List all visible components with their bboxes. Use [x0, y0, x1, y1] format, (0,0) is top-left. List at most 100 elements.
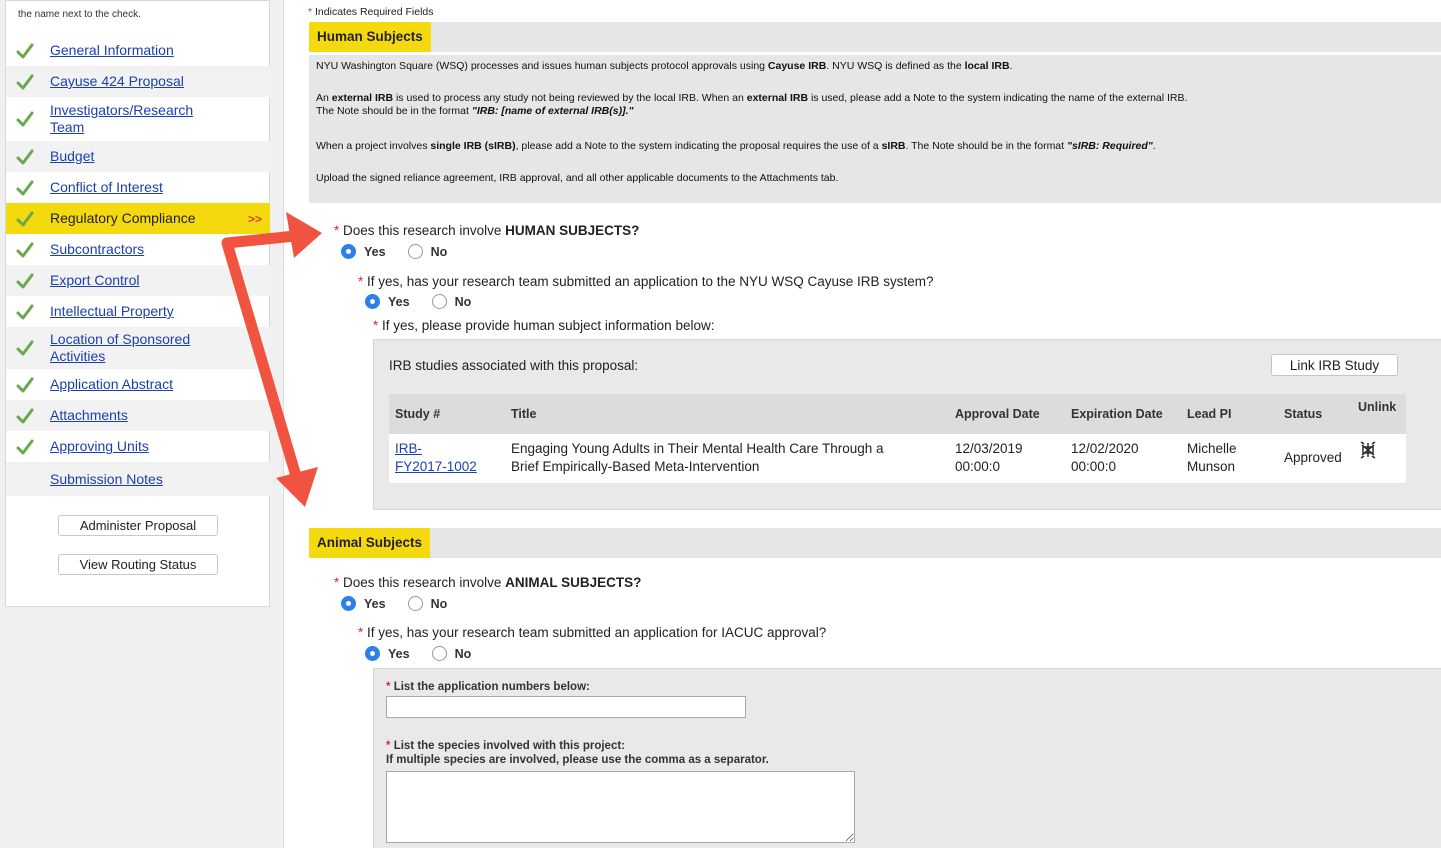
unlink-icon[interactable]: [1358, 440, 1378, 460]
column-header-study: Study #: [395, 407, 441, 421]
column-header-expiration-date: Expiration Date: [1071, 407, 1163, 421]
column-header-title: Title: [511, 407, 537, 421]
nav-item-label[interactable]: Location of Sponsored Activities: [50, 331, 215, 365]
radio-label[interactable]: Yes: [364, 245, 386, 259]
info-paragraph: NYU Washington Square (WSQ) processes an…: [316, 60, 1012, 73]
info-bold: single IRB (sIRB): [430, 140, 516, 152]
animal-subjects-yes-radio[interactable]: [341, 596, 356, 611]
iacuc-submitted-yes-radio[interactable]: [365, 646, 380, 661]
iacuc-submitted-no-radio[interactable]: [431, 646, 447, 661]
required-marker: *: [334, 223, 340, 238]
check-icon: [16, 111, 34, 127]
radio-label[interactable]: No: [455, 295, 472, 309]
nav-item-budget[interactable]: Budget: [6, 141, 270, 172]
view-routing-status-button[interactable]: View Routing Status: [58, 554, 218, 575]
nav-item-label[interactable]: Export Control: [50, 272, 250, 289]
nav-item-approving-units[interactable]: Approving Units: [6, 431, 270, 462]
radio-label[interactable]: No: [431, 597, 448, 611]
table-header: Study # Title Approval Date Expiration D…: [389, 394, 1406, 434]
link-irb-study-button[interactable]: Link IRB Study: [1271, 354, 1398, 376]
nav-item-label[interactable]: Conflict of Interest: [50, 179, 250, 196]
nav-item-label[interactable]: Approving Units: [50, 438, 250, 455]
current-page-marker: >>: [247, 211, 262, 226]
nav-item-label[interactable]: Intellectual Property: [50, 303, 250, 320]
info-bold: local IRB: [964, 60, 1010, 72]
check-icon: [16, 377, 34, 392]
radio-label[interactable]: Yes: [388, 647, 410, 661]
irb-submitted-no-radio[interactable]: [431, 294, 447, 309]
check-icon: [16, 304, 34, 319]
info-paragraph: An external IRB is used to process any s…: [316, 92, 1187, 118]
nav-item-regulatory-compliance[interactable]: Regulatory Compliance >>: [6, 203, 270, 234]
nav-item-label[interactable]: Cayuse 424 Proposal: [50, 73, 250, 90]
question-text: If yes, has your research team submitted…: [367, 274, 934, 289]
application-numbers-input[interactable]: [386, 696, 746, 718]
approval-date: 12/03/2019: [955, 441, 1023, 456]
question-emphasis: ANIMAL SUBJECTS?: [505, 575, 642, 590]
question-human-subjects: * Does this research involve HUMAN SUBJE…: [334, 223, 639, 238]
study-title-cell: Engaging Young Adults in Their Mental He…: [511, 440, 884, 476]
administer-proposal-button[interactable]: Administer Proposal: [58, 515, 218, 536]
animal-subjects-header: Animal Subjects: [309, 528, 1441, 558]
study-number-part[interactable]: IRB-: [395, 441, 422, 456]
irb-submitted-radio-group: Yes No: [365, 294, 493, 309]
nav-item-label[interactable]: Investigators/Research Team: [50, 102, 215, 136]
nav-item-label[interactable]: General Information: [50, 42, 250, 59]
info-text: NYU Washington Square (WSQ) processes an…: [316, 60, 768, 72]
nav-item-intellectual-property[interactable]: Intellectual Property: [6, 296, 270, 327]
nav-item-subcontractors[interactable]: Subcontractors: [6, 234, 270, 265]
required-marker: *: [334, 575, 340, 590]
column-header-unlink: Unlink: [1358, 400, 1397, 414]
info-text: An: [316, 92, 332, 104]
required-marker: *: [373, 318, 379, 333]
radio-label[interactable]: No: [431, 245, 448, 259]
nav-item-cayuse-424-proposal[interactable]: Cayuse 424 Proposal: [6, 66, 270, 97]
animal-subjects-no-radio[interactable]: [407, 596, 423, 611]
nav-item-location-of-sponsored-activities[interactable]: Location of Sponsored Activities: [6, 327, 270, 369]
nav-item-label[interactable]: Attachments: [50, 407, 250, 424]
irb-submitted-yes-radio[interactable]: [365, 294, 380, 309]
main-content: * Indicates Required Fields Human Subjec…: [283, 0, 1441, 848]
study-title-line: Engaging Young Adults in Their Mental He…: [511, 441, 884, 456]
radio-label[interactable]: No: [455, 647, 472, 661]
study-title-line: Brief Empirically-Based Meta-Interventio…: [511, 459, 760, 474]
nav-item-label[interactable]: Regulatory Compliance: [50, 210, 250, 227]
required-marker: *: [358, 625, 364, 640]
check-icon: [16, 211, 34, 226]
nav-item-attachments[interactable]: Attachments: [6, 400, 270, 431]
study-number-link[interactable]: IRB- FY2017-1002: [395, 441, 477, 474]
nav-item-submission-notes[interactable]: Submission Notes: [6, 462, 270, 496]
nav-item-label[interactable]: Submission Notes: [50, 471, 250, 488]
info-bold: external IRB: [331, 92, 394, 104]
nav-item-label[interactable]: Budget: [50, 148, 250, 165]
nav-item-conflict-of-interest[interactable]: Conflict of Interest: [6, 172, 270, 203]
animal-subjects-radio-group: Yes No: [341, 596, 469, 611]
study-number-part[interactable]: FY2017-1002: [395, 459, 477, 474]
info-format-example: "IRB: [name of external IRB(s)].": [471, 105, 634, 117]
nav-item-label[interactable]: Application Abstract: [50, 376, 250, 393]
question-provide-irb-info: * If yes, please provide human subject i…: [373, 318, 714, 333]
info-paragraph: Upload the signed reliance agreement, IR…: [316, 172, 839, 184]
radio-label[interactable]: Yes: [364, 597, 386, 611]
lead-pi-cell: Michelle Munson: [1187, 440, 1237, 476]
radio-label[interactable]: Yes: [388, 295, 410, 309]
nav-item-general-information[interactable]: General Information: [6, 35, 270, 66]
info-bold: Cayuse IRB: [767, 60, 827, 72]
nav-item-investigators-research-team[interactable]: Investigators/Research Team: [6, 97, 270, 141]
human-subjects-no-radio[interactable]: [407, 244, 423, 259]
species-textarea[interactable]: [386, 771, 855, 843]
sidebar-hint: the name next to the check.: [18, 9, 141, 20]
required-marker: *: [358, 274, 364, 289]
irb-studies-table: Study # Title Approval Date Expiration D…: [389, 394, 1406, 484]
nav-item-export-control[interactable]: Export Control: [6, 265, 270, 296]
expiration-date-cell: 12/02/2020 00:00:0: [1071, 440, 1139, 476]
check-icon: [16, 74, 34, 89]
info-text: is used to process any study not being r…: [393, 92, 747, 104]
check-icon: [16, 43, 34, 58]
nav-item-label[interactable]: Subcontractors: [50, 241, 250, 258]
info-text: is used, please add a Note to the system…: [808, 92, 1188, 104]
nav-item-application-abstract[interactable]: Application Abstract: [6, 369, 270, 400]
human-subjects-yes-radio[interactable]: [341, 244, 356, 259]
question-irb-submitted: * If yes, has your research team submitt…: [358, 274, 934, 289]
irb-studies-caption: IRB studies associated with this proposa…: [389, 358, 639, 373]
